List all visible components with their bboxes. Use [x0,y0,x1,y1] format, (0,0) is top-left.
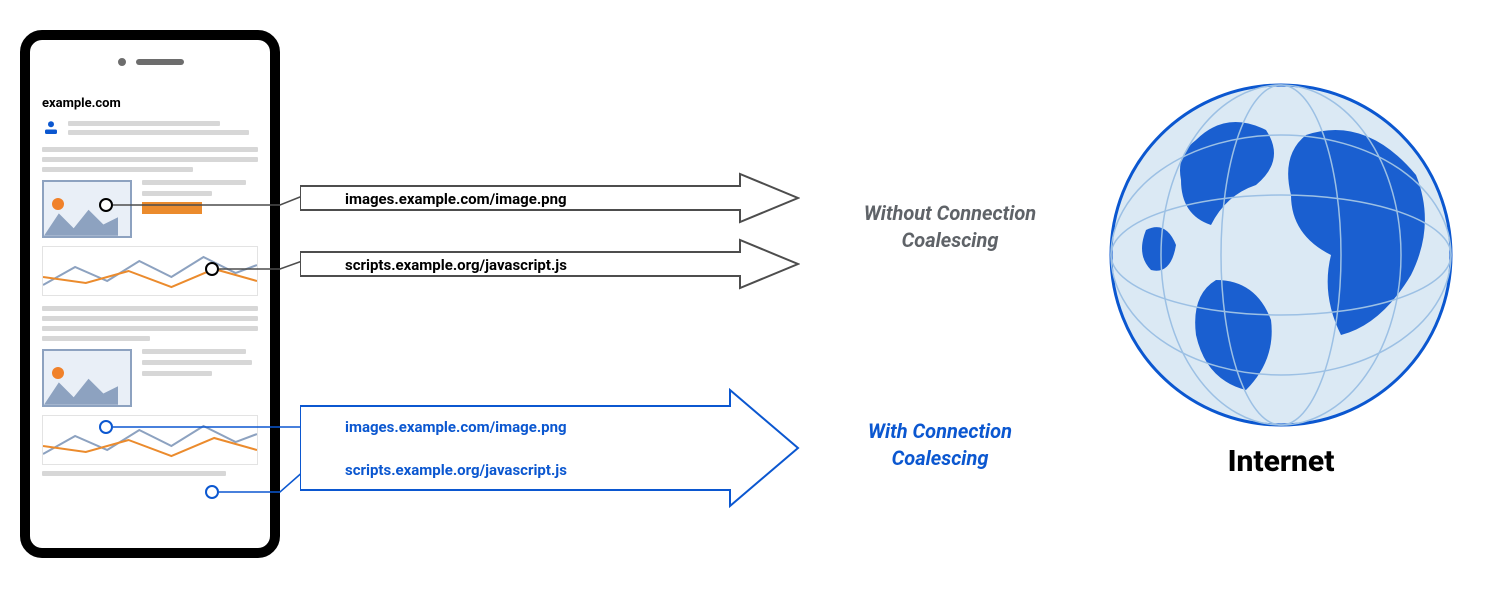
phone-speaker [116,56,184,68]
content-row-1 [42,180,258,238]
image-thumbnail-2 [42,349,132,407]
marker-script-1 [205,262,219,276]
arrow-without-2-label: scripts.example.org/javascript.js [345,256,567,274]
phone-screen: example.com [34,86,266,538]
image-thumbnail-1 [42,180,132,238]
marker-image-1 [99,198,113,212]
arrow-with [300,388,800,508]
highlight-chip [142,202,202,214]
globe-caption: Internet [1106,444,1456,479]
arrow-without-1-label: images.example.com/image.png [345,190,567,208]
chart-thumbnail-2 [42,415,258,465]
arrow-with-req1-label: images.example.com/image.png [345,418,567,436]
avatar-icon [42,119,60,137]
globe-icon [1106,80,1456,430]
profile-row [42,119,258,137]
content-row-2 [42,349,258,407]
label-without-coalescing: Without ConnectionCoalescing [840,200,1060,254]
browser-url: example.com [42,96,258,111]
diagram-stage: example.com [0,0,1496,593]
label-with-coalescing: With ConnectionCoalescing [840,418,1040,472]
marker-script-2 [205,485,219,499]
chart-thumbnail-1 [42,246,258,296]
internet-globe: Internet [1106,80,1456,479]
paragraph-block-3 [42,471,258,476]
phone-device: example.com [20,30,280,558]
arrow-with-req2-label: scripts.example.org/javascript.js [345,461,567,479]
paragraph-block-2 [42,306,258,341]
marker-image-2 [99,420,113,434]
paragraph-block [42,147,258,172]
